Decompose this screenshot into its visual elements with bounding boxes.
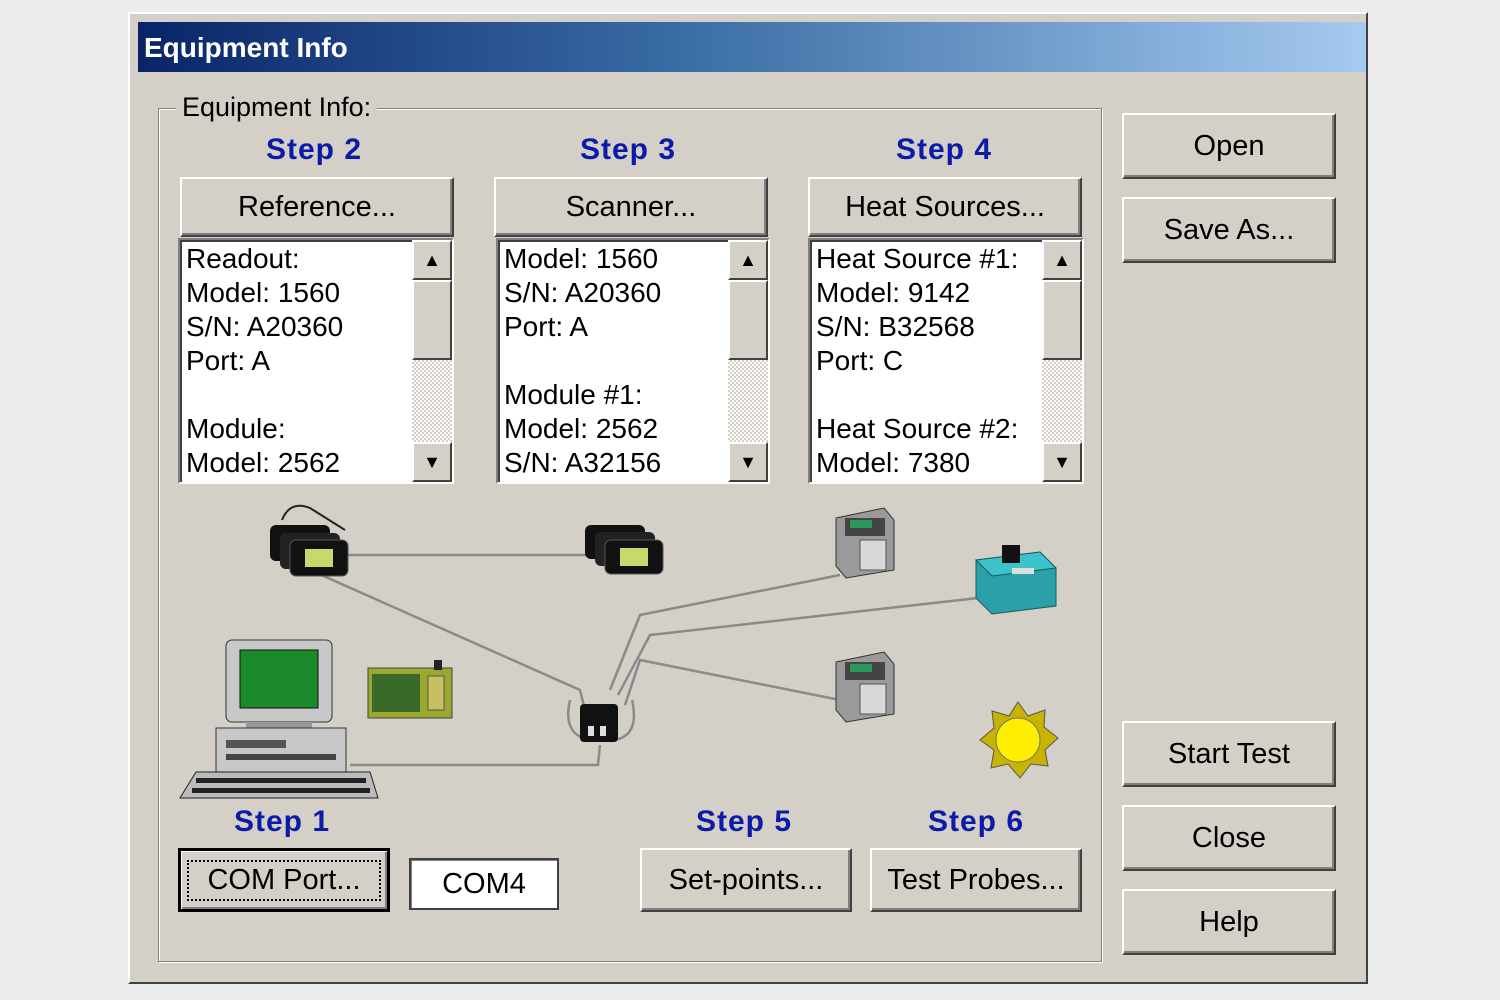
dry-well-icon (835, 507, 895, 579)
close-button[interactable]: Close (1122, 805, 1336, 871)
com-port-button[interactable]: COM Port... (178, 848, 390, 912)
interface-card-icon (367, 660, 453, 719)
com-port-button-label: COM Port... (187, 859, 381, 901)
test-probes-button-label: Test Probes... (887, 863, 1065, 896)
dry-well-icon (835, 651, 895, 723)
readout-icon (270, 504, 349, 577)
com-port-field[interactable]: COM4 (409, 858, 559, 910)
set-points-button-label: Set-points... (668, 863, 824, 896)
scanner-icon (585, 525, 664, 575)
close-button-label: Close (1191, 821, 1267, 854)
help-button[interactable]: Help (1122, 889, 1336, 955)
save-as-button-label: Save As... (1163, 213, 1295, 246)
bath-icon (974, 545, 1058, 615)
help-button-label: Help (1199, 905, 1259, 938)
test-probes-button[interactable]: Test Probes... (870, 848, 1082, 912)
set-points-button[interactable]: Set-points... (640, 848, 852, 912)
sun-icon (979, 701, 1059, 779)
open-button[interactable]: Open (1122, 113, 1336, 179)
computer-icon (179, 639, 379, 799)
save-as-button[interactable]: Save As... (1122, 197, 1336, 263)
start-test-button[interactable]: Start Test (1122, 721, 1336, 787)
hub-icon (580, 704, 618, 742)
start-test-button-label: Start Test (1168, 737, 1290, 770)
open-button-label: Open (1193, 129, 1265, 162)
